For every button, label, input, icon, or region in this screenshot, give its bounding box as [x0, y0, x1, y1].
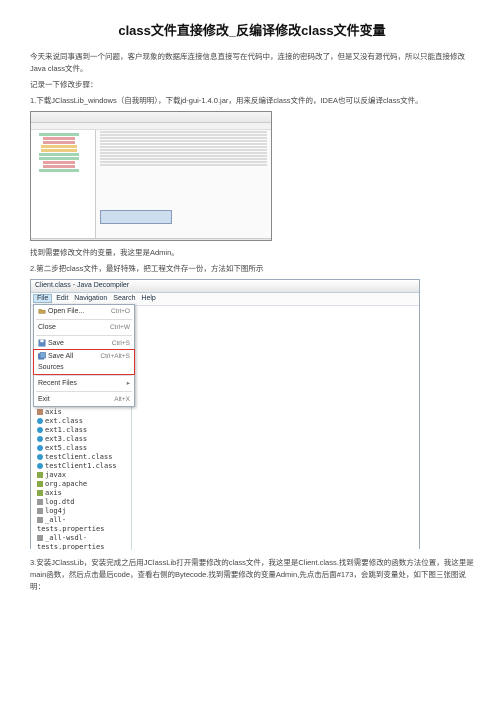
save-icon	[38, 339, 46, 347]
paragraph-steps-header: 记录一下修改步骤：	[30, 79, 474, 91]
window-titlebar: Client.class - Java Decompiler	[31, 280, 419, 293]
paragraph-step2: 2.第二步把class文件，最好特殊，把工程文件存一份，方法如下图所示	[30, 263, 474, 275]
tree-item[interactable]: axis	[31, 408, 131, 417]
tree-item[interactable]: axis	[31, 489, 131, 498]
paragraph-find-var: 找到需要修改文件的变量，我这里是Admin。	[30, 247, 474, 259]
save-all-icon	[38, 352, 46, 360]
menu-help[interactable]: Help	[141, 295, 155, 302]
tree-item[interactable]: org.apache	[31, 480, 131, 489]
tree-item[interactable]: ext5.class	[31, 444, 131, 453]
menu-exit[interactable]: Exit Alt+X	[34, 393, 134, 406]
tree-item[interactable]: log.dtd	[31, 498, 131, 507]
menu-recent-files[interactable]: Recent Files ▸	[34, 377, 134, 390]
tree-item[interactable]: testClient.class	[31, 453, 131, 462]
tree-item[interactable]: testClient1.class	[31, 462, 131, 471]
menu-navigation[interactable]: Navigation	[74, 295, 107, 302]
file-menu-dropdown: Open File... Ctrl+O Close Ctrl+W Save Ct…	[33, 304, 135, 407]
tree-item[interactable]: ext.class	[31, 417, 131, 426]
tree-item[interactable]: log4j	[31, 507, 131, 516]
tree-item[interactable]: ext3.class	[31, 435, 131, 444]
menu-open-file[interactable]: Open File... Ctrl+O	[34, 305, 134, 318]
open-icon	[38, 307, 46, 315]
page-title: class文件直接修改_反编译修改class文件变量	[30, 20, 474, 39]
tree-item[interactable]: ext1.class	[31, 426, 131, 435]
screenshot-ide	[30, 111, 272, 241]
menu-edit[interactable]: Edit	[56, 295, 68, 302]
menu-search[interactable]: Search	[113, 295, 135, 302]
paragraph-intro: 今天来说同事遇到一个问题，客户现象的数据库连接信息直接写在代码中，连接的密码改了…	[30, 51, 474, 75]
screenshot-decompiler: Client.class - Java Decompiler File Edit…	[30, 279, 420, 549]
menu-file[interactable]: File	[33, 294, 52, 303]
paragraph-step3: 3.安装JClassLib，安装完成之后用JClassLib打开需要修改的cla…	[30, 557, 474, 593]
menu-close[interactable]: Close Ctrl+W	[34, 321, 134, 334]
paragraph-step1: 1.下载JClassLib_windows（自我明明），下载jd-gui-1.4…	[30, 95, 474, 107]
tree-item[interactable]: _all-tests.properties	[31, 516, 131, 534]
tree-item[interactable]: _all-wsdl-tests.properties	[31, 534, 131, 550]
menu-save-all-sources[interactable]: Save All Sources Ctrl+Alt+S	[33, 349, 135, 375]
tree-item[interactable]: javax	[31, 471, 131, 480]
